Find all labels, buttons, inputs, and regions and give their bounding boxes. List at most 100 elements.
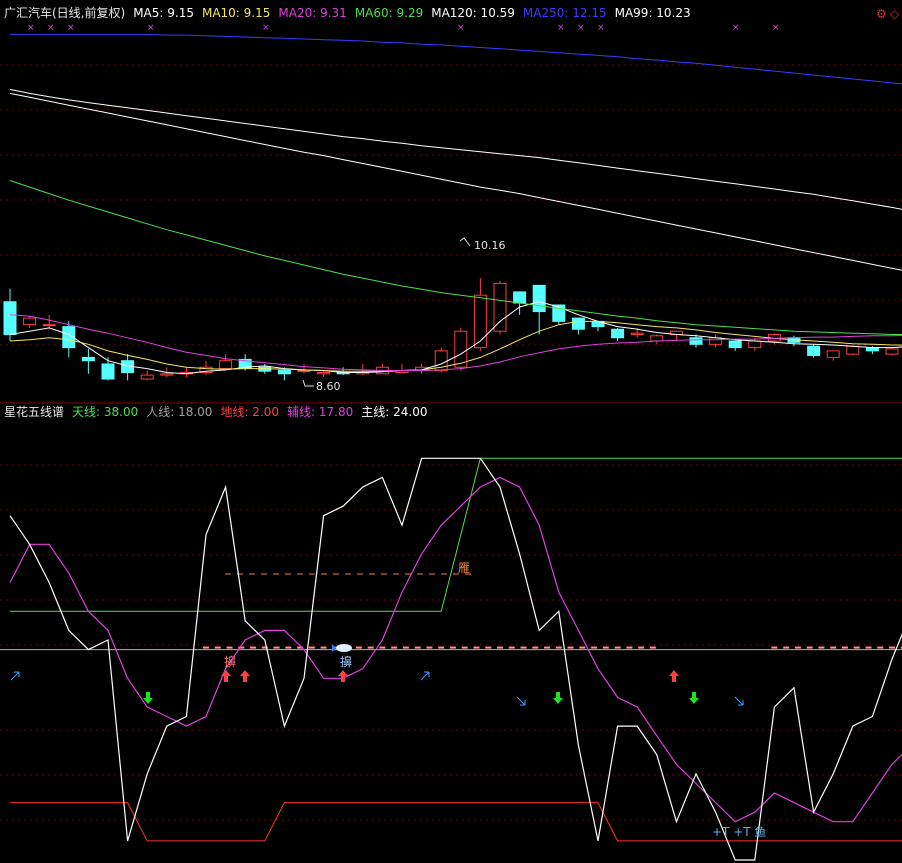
candle[interactable] (493, 280, 507, 335)
cross-marker: × (457, 23, 465, 33)
ma-line-ma99 (9, 92, 902, 271)
candle[interactable] (709, 334, 723, 348)
dao-label-1: 擤 (224, 655, 236, 669)
candle[interactable] (571, 317, 585, 335)
up-arrow-icon (338, 670, 348, 682)
indicator-header-item-3: 地线: 2.00 (220, 405, 279, 419)
indicator-header-item-0: 星花五线谱 (4, 404, 64, 419)
candle-body (473, 294, 487, 349)
dixian-line (10, 802, 902, 842)
renxian-mark (626, 646, 633, 649)
main-header-item-1: MA5: 9.15 (133, 6, 194, 20)
candle-body (493, 282, 507, 332)
renxian-mark (841, 646, 848, 649)
candle-body (571, 317, 585, 330)
up-arrow-icon (240, 670, 250, 682)
renxian-mark (520, 646, 527, 649)
candle[interactable] (179, 367, 193, 378)
indicator-labels: 雁 擤 擤 +T +T 鱼 (224, 561, 766, 839)
candle[interactable] (611, 327, 625, 342)
corner-icons[interactable]: ⚙ ◇ (876, 7, 900, 21)
signal-markers (10, 644, 744, 706)
down-right-arrow-icon (734, 696, 744, 706)
candle[interactable] (121, 354, 135, 381)
candle[interactable] (532, 284, 546, 335)
renxian-mark (285, 646, 292, 649)
candle[interactable] (807, 344, 821, 358)
renxian-mark (308, 646, 315, 649)
renxian-mark (203, 646, 209, 649)
candle[interactable] (669, 330, 683, 342)
candle[interactable] (748, 337, 762, 351)
candle[interactable] (140, 370, 154, 381)
renxian-mark (355, 646, 362, 649)
renxian-mark (865, 646, 872, 649)
candle[interactable] (826, 350, 840, 361)
cross-marker: × (732, 23, 740, 33)
candle-body (532, 284, 546, 313)
renxian-mark (508, 646, 515, 649)
cross-marker: × (597, 23, 605, 33)
cross-marker: × (262, 23, 270, 33)
renxian-mark (320, 646, 327, 649)
renxian-mark (367, 646, 374, 649)
candle-body (689, 337, 703, 345)
candle[interactable] (317, 370, 331, 378)
renxian-mark (591, 646, 598, 649)
indicator-pane[interactable] (0, 457, 902, 861)
main-header: 广汇汽车(日线,前复权) MA5: 9.15 MA10: 9.15 MA20: 9.3… (4, 5, 691, 20)
stock-chart[interactable]: × × × × × × × × × × × 广汇汽车(日线,前复权) MA5: 9.15 MA10: 9… (0, 0, 902, 863)
renxian-mark (649, 646, 656, 649)
main-header-item-0: 广汇汽车(日线,前复权) (4, 5, 125, 20)
up-arrow-icon (221, 670, 231, 682)
renxian-mark (485, 646, 492, 649)
candle[interactable] (846, 345, 860, 356)
renxian-mark (638, 646, 645, 649)
cross-marker: × (772, 23, 780, 33)
candle-body (277, 370, 291, 375)
renxian-mark (214, 646, 221, 649)
renxian-mark (473, 646, 480, 649)
candle[interactable] (473, 278, 487, 351)
candle-body (317, 371, 331, 375)
up-right-arrow-icon (420, 671, 430, 681)
renxian-mark (250, 646, 257, 649)
candle[interactable] (650, 334, 664, 345)
tianxian-line (10, 457, 902, 612)
renxian-mark (783, 646, 790, 649)
candle[interactable] (23, 316, 37, 328)
candle-body (630, 332, 644, 335)
main-header-item-2: MA10: 9.15 (202, 6, 270, 20)
cross-marker: × (557, 23, 565, 33)
renxian-mark (794, 646, 801, 649)
down-arrow-icon (689, 692, 699, 704)
renxian-mark (414, 646, 421, 649)
renxian-mark (771, 646, 778, 649)
yan-label: 雁 (458, 561, 470, 575)
candle-body (885, 348, 899, 355)
candle-body (513, 291, 527, 304)
renxian-mark (497, 646, 503, 649)
candle-body (3, 301, 17, 335)
candle[interactable] (885, 347, 899, 356)
candle-body (101, 363, 115, 380)
renxian-mark (614, 646, 621, 649)
diamond-icon[interactable]: ◇ (890, 7, 900, 21)
cross-marker: × (577, 23, 585, 33)
grid-lines (0, 64, 902, 821)
candle[interactable] (728, 340, 742, 351)
candle[interactable] (219, 354, 233, 371)
high-price-label: 10.16 (474, 239, 506, 252)
candle-body (23, 317, 37, 326)
low-price-label: 8.60 (316, 380, 341, 393)
settings-icon[interactable]: ⚙ (876, 7, 887, 21)
candle[interactable] (81, 348, 95, 374)
indicator-header: 星花五线谱 天线: 38.00 人线: 18.00 地线: 2.00 辅线: 17.80… (4, 404, 427, 419)
candlestick-pane[interactable]: × × × × × × × × × × × (3, 23, 902, 381)
renxian-mark (818, 646, 825, 649)
renxian-mark (379, 646, 386, 649)
candle[interactable] (297, 363, 311, 374)
main-header-item-4: MA60: 9.29 (355, 6, 423, 20)
renxian-mark (555, 646, 562, 649)
candle[interactable] (434, 347, 448, 373)
